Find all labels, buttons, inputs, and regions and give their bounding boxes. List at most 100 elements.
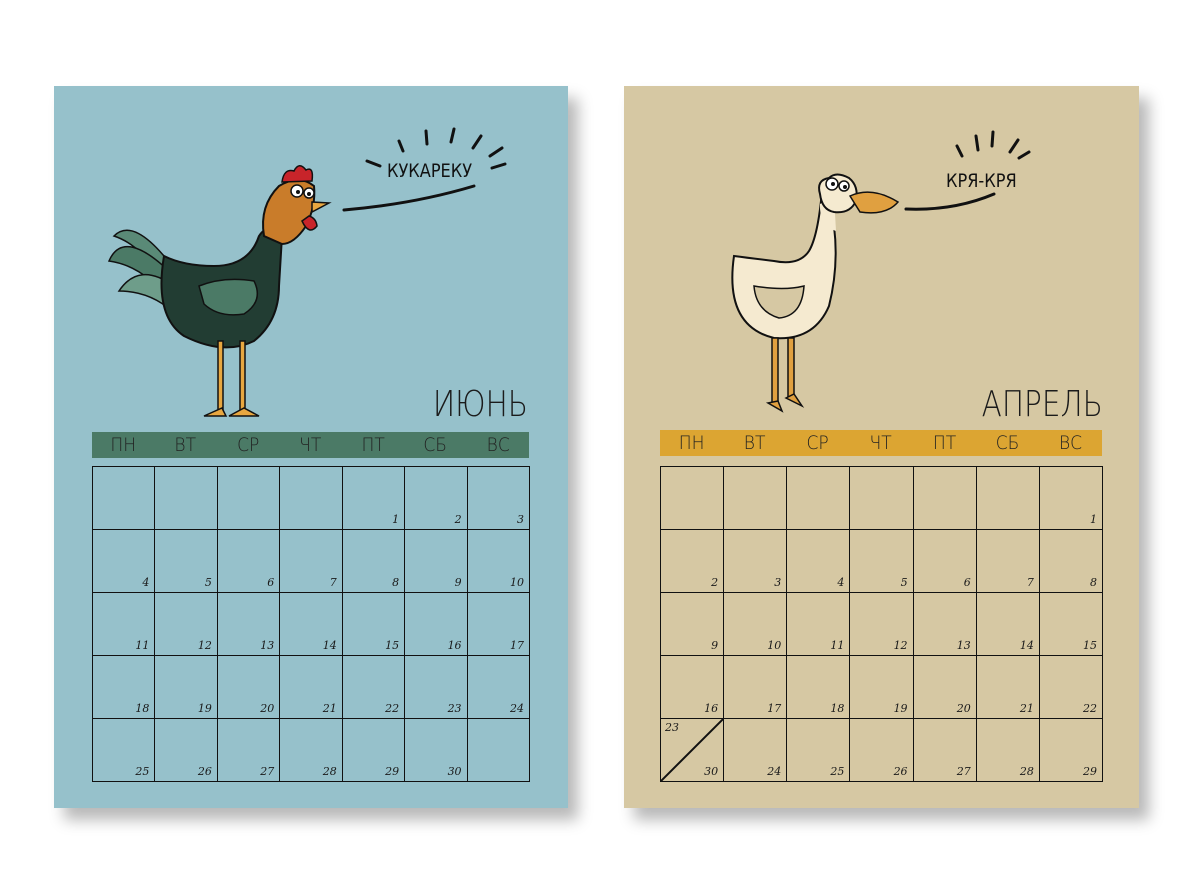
day-cell[interactable]: 27	[217, 719, 281, 782]
day-cell[interactable]	[661, 467, 725, 530]
calendar-grid: 1 2 3 4 5 6 7 8 9 10 11 12 13 14 15 16 17 18 19 20 21 22 23 30 2…	[660, 466, 1103, 782]
day-number: 26	[197, 765, 212, 778]
day-cell[interactable]: 29	[342, 719, 406, 782]
day-cell[interactable]	[913, 467, 977, 530]
day-cell[interactable]: 9	[661, 593, 725, 656]
day-cell[interactable]: 20	[217, 656, 281, 719]
day-number: 28	[1019, 765, 1034, 778]
day-cell[interactable]: 28	[280, 719, 343, 782]
day-cell[interactable]: 8	[1039, 530, 1103, 593]
day-cell[interactable]	[787, 467, 851, 530]
day-cell[interactable]: 16	[661, 656, 725, 719]
day-cell[interactable]: 18	[787, 656, 851, 719]
day-number: 8	[392, 576, 400, 589]
day-cell[interactable]: 5	[850, 530, 914, 593]
day-cell[interactable]: 5	[155, 530, 218, 593]
day-cell[interactable]: 27	[913, 719, 977, 782]
day-cell[interactable]: 23 30	[661, 719, 725, 782]
day-number: 3	[774, 576, 782, 589]
day-cell[interactable]: 17	[467, 593, 530, 656]
day-cell[interactable]: 29	[1039, 719, 1103, 782]
day-cell[interactable]: 17	[724, 656, 788, 719]
day-number: 13	[260, 639, 275, 652]
calendar-grid: 1 2 3 4 5 6 7 8 9 10 11 12 13 14 15 16 17 18 19 20 21 22 23 24 2…	[92, 466, 530, 782]
day-number: 30	[447, 765, 462, 778]
day-cell[interactable]: 21	[976, 656, 1040, 719]
day-cell[interactable]	[93, 467, 156, 530]
day-cell[interactable]: 6	[217, 530, 281, 593]
day-cell[interactable]: 14	[280, 593, 343, 656]
day-cell[interactable]: 23	[405, 656, 468, 719]
day-cell[interactable]	[467, 719, 530, 782]
day-cell[interactable]: 7	[280, 530, 343, 593]
day-cell[interactable]: 25	[93, 719, 156, 782]
day-number: 10	[767, 639, 782, 652]
day-cell[interactable]: 15	[342, 593, 406, 656]
day-cell[interactable]: 1	[342, 467, 406, 530]
weekday-label: СР	[806, 432, 829, 454]
day-cell[interactable]: 11	[787, 593, 851, 656]
day-cell[interactable]: 25	[787, 719, 851, 782]
day-cell[interactable]	[155, 467, 218, 530]
day-number: 3	[516, 513, 524, 526]
day-cell[interactable]: 20	[913, 656, 977, 719]
day-cell[interactable]	[850, 467, 914, 530]
day-cell[interactable]: 18	[93, 656, 156, 719]
day-cell[interactable]	[280, 467, 343, 530]
day-cell[interactable]: 1	[1039, 467, 1103, 530]
day-cell[interactable]: 21	[280, 656, 343, 719]
day-cell[interactable]: 14	[976, 593, 1040, 656]
day-cell[interactable]: 4	[93, 530, 156, 593]
day-cell[interactable]: 4	[787, 530, 851, 593]
month-title: АПРЕЛЬ	[981, 384, 1103, 425]
day-cell[interactable]: 24	[467, 656, 530, 719]
day-cell[interactable]: 12	[155, 593, 218, 656]
day-cell[interactable]: 22	[342, 656, 406, 719]
day-cell[interactable]: 26	[850, 719, 914, 782]
day-number: 14	[1019, 639, 1034, 652]
day-cell[interactable]	[217, 467, 281, 530]
day-cell[interactable]	[976, 467, 1040, 530]
day-cell[interactable]: 7	[976, 530, 1040, 593]
day-number: 9	[711, 639, 719, 652]
day-cell[interactable]: 10	[467, 530, 530, 593]
weekday-label: ЧТ	[869, 432, 893, 454]
day-number: 25	[830, 765, 845, 778]
day-cell[interactable]: 12	[850, 593, 914, 656]
day-cell[interactable]: 11	[93, 593, 156, 656]
day-cell[interactable]: 6	[913, 530, 977, 593]
day-cell[interactable]	[724, 467, 788, 530]
weekday-label: ЧТ	[299, 434, 322, 456]
day-cell[interactable]: 30	[405, 719, 468, 782]
day-cell[interactable]: 3	[467, 467, 530, 530]
day-cell[interactable]: 10	[724, 593, 788, 656]
day-number: 5	[204, 576, 212, 589]
day-cell[interactable]: 8	[342, 530, 406, 593]
speech-text: КУКАРЕКУ	[387, 160, 473, 182]
day-cell[interactable]: 2	[661, 530, 725, 593]
day-cell[interactable]: 19	[850, 656, 914, 719]
weekday-bar: ПН ВТ СР ЧТ ПТ СБ ВС	[660, 430, 1102, 456]
day-cell[interactable]: 2	[405, 467, 468, 530]
day-cell[interactable]: 15	[1039, 593, 1103, 656]
day-number: 16	[704, 702, 719, 715]
calendar-page-june: КУКАРЕКУ ИЮНЬ ПН ВТ СР ЧТ ПТ СБ ВС 1 2 3 4 5 6 7 8 9 10…	[54, 86, 568, 808]
day-number: 15	[1082, 639, 1097, 652]
weekday-label: СБ	[995, 432, 1020, 454]
day-cell[interactable]: 13	[217, 593, 281, 656]
day-cell[interactable]: 9	[405, 530, 468, 593]
day-cell[interactable]: 24	[724, 719, 788, 782]
day-number: 6	[267, 576, 275, 589]
day-number: 20	[260, 702, 275, 715]
day-number: 12	[893, 639, 908, 652]
day-cell[interactable]: 19	[155, 656, 218, 719]
day-cell[interactable]: 16	[405, 593, 468, 656]
day-cell[interactable]: 26	[155, 719, 218, 782]
day-cell[interactable]: 22	[1039, 656, 1103, 719]
day-cell[interactable]: 3	[724, 530, 788, 593]
day-cell[interactable]: 13	[913, 593, 977, 656]
day-number: 30	[704, 765, 719, 778]
day-number: 27	[956, 765, 971, 778]
day-cell[interactable]: 28	[976, 719, 1040, 782]
day-number: 22	[1082, 702, 1097, 715]
